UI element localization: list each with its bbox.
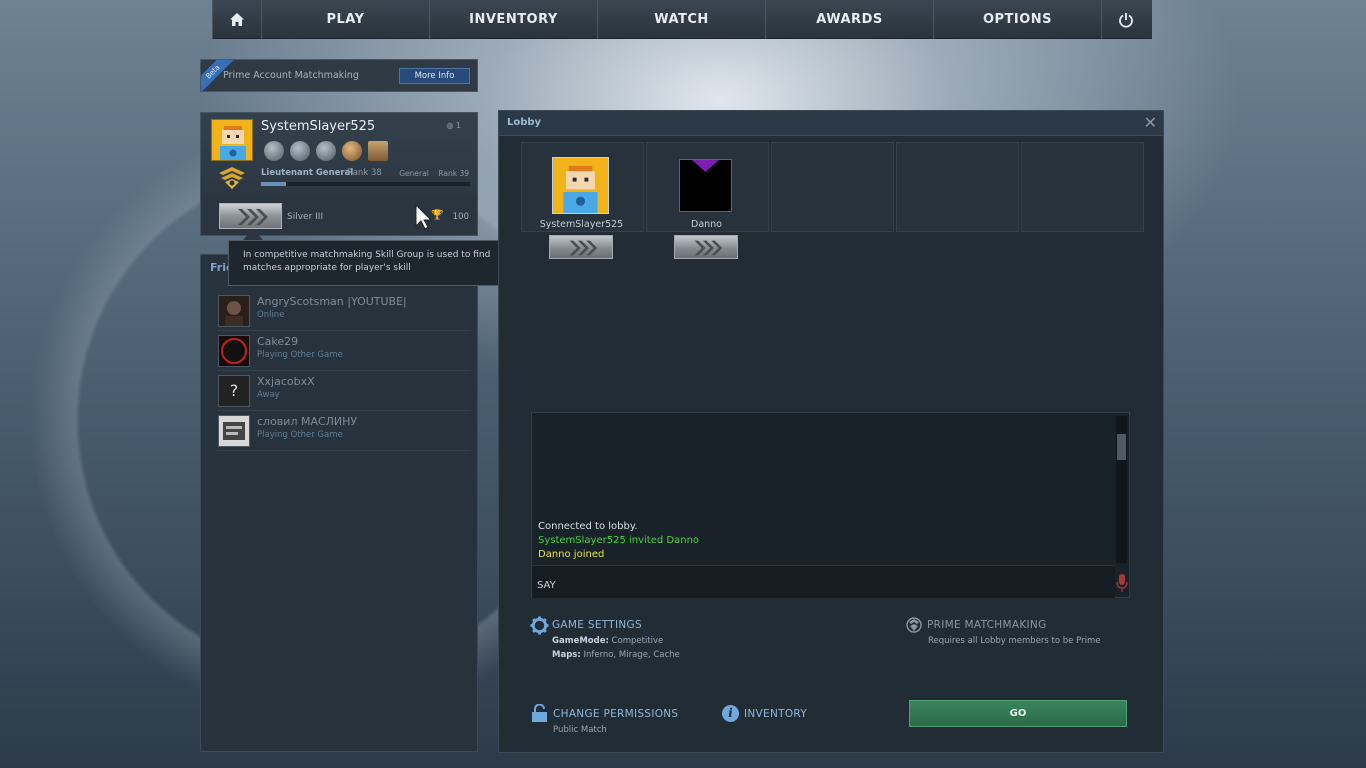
- permissions-value: Public Match: [553, 725, 607, 735]
- next-rank-number: Rank 39: [438, 169, 469, 178]
- nav-awards[interactable]: AWARDS: [766, 0, 934, 39]
- gear-icon[interactable]: [530, 616, 549, 635]
- friend-name: XxjacobxX: [257, 375, 315, 388]
- nav-watch[interactable]: WATCH: [598, 0, 766, 39]
- profile-header: SystemSlayer525 ◍ 1 Lieutenant General R…: [201, 113, 477, 195]
- nav-inventory[interactable]: INVENTORY: [430, 0, 598, 39]
- skill-group-tooltip: In competitive matchmaking Skill Group i…: [228, 240, 536, 286]
- game-mode-line: GameMode: Competitive: [552, 636, 663, 646]
- medal-icon[interactable]: [368, 141, 388, 161]
- chat-message: SystemSlayer525 invited Danno: [538, 535, 700, 546]
- friend-item[interactable]: ? XxjacobxX Away: [217, 371, 471, 411]
- member-name: SystemSlayer525: [539, 219, 624, 230]
- prime-icon: [906, 617, 922, 633]
- friends-panel: Frie AngryScotsman |YOUTUBE| Online Cake…: [200, 254, 478, 752]
- friend-name: Cake29: [257, 335, 299, 348]
- go-button[interactable]: GO: [909, 700, 1127, 727]
- chat-message: Connected to lobby.: [538, 521, 638, 532]
- xp-progress-fill: [261, 182, 287, 186]
- skill-group-name: Silver III: [287, 212, 324, 222]
- chat-message: Danno joined: [538, 549, 605, 560]
- lobby-header: Lobby ✕: [499, 111, 1163, 136]
- next-rank: General Rank 39: [399, 169, 469, 178]
- globe-icon: ◍: [446, 121, 454, 130]
- friend-count: ◍ 1: [446, 121, 461, 130]
- medals-row: [264, 141, 388, 161]
- home-icon: [230, 13, 244, 26]
- chevrons-icon: [694, 240, 723, 256]
- friend-count-value: 1: [455, 121, 461, 130]
- profile-username: SystemSlayer525: [261, 119, 376, 134]
- next-rank-name: General: [399, 169, 429, 178]
- lobby-slot[interactable]: [1021, 142, 1144, 232]
- xp-progress-bar: [261, 182, 470, 186]
- maps-value: Inferno, Mirage, Cache: [583, 650, 680, 660]
- avatar-image: [212, 120, 252, 160]
- nav-options[interactable]: OPTIONS: [934, 0, 1102, 39]
- home-button[interactable]: [212, 0, 262, 39]
- chevrons-icon: [238, 209, 268, 225]
- game-mode-value: Competitive: [611, 636, 664, 646]
- friend-item[interactable]: словил МАСЛИНУ Playing Other Game: [217, 411, 471, 451]
- prime-matchmaking-toggle[interactable]: PRIME MATCHMAKING: [927, 619, 1047, 631]
- chevrons-icon: [569, 240, 598, 256]
- unknown-avatar-icon: ?: [218, 375, 250, 407]
- game-settings-button[interactable]: GAME SETTINGS: [552, 619, 642, 631]
- microphone-icon[interactable]: [1116, 572, 1128, 594]
- medal-icon[interactable]: [264, 141, 284, 161]
- top-navigation: PLAY INVENTORY WATCH AWARDS OPTIONS: [212, 0, 1152, 39]
- wins-count: 100: [452, 212, 469, 222]
- member-skill-badge: [549, 235, 613, 259]
- prime-account-bar: Beta Prime Account Matchmaking More Info: [200, 59, 478, 92]
- friend-name: словил МАСЛИНУ: [257, 415, 358, 428]
- chat-scroll-thumb[interactable]: [1117, 434, 1126, 460]
- friend-name: AngryScotsman |YOUTUBE|: [257, 295, 407, 308]
- friend-status: Playing Other Game: [257, 430, 343, 440]
- maps-label: Maps:: [552, 650, 581, 660]
- maps-line: Maps: Inferno, Mirage, Cache: [552, 650, 680, 660]
- lobby-chat: Connected to lobby. SystemSlayer525 invi…: [531, 412, 1130, 598]
- friend-item[interactable]: Cake29 Playing Other Game: [217, 331, 471, 371]
- info-icon[interactable]: i: [722, 705, 739, 722]
- lobby-slot[interactable]: [896, 142, 1019, 232]
- rank-name: Lieutenant General: [261, 168, 354, 178]
- member-avatar-image: [680, 160, 731, 211]
- power-button[interactable]: [1102, 0, 1150, 39]
- friend-status: Playing Other Game: [257, 350, 343, 360]
- rank-insignia-icon: [219, 167, 245, 189]
- mouse-cursor-icon: [415, 204, 433, 230]
- medal-icon[interactable]: [316, 141, 336, 161]
- nav-play[interactable]: PLAY: [262, 0, 430, 39]
- friend-item[interactable]: AngryScotsman |YOUTUBE| Online: [217, 291, 471, 331]
- friend-avatar: [218, 295, 250, 327]
- member-avatar[interactable]: [552, 157, 609, 214]
- change-permissions-button[interactable]: CHANGE PERMISSIONS: [553, 708, 678, 720]
- power-icon: [1119, 12, 1133, 28]
- member-name: Danno: [691, 219, 722, 230]
- say-input[interactable]: SAY: [532, 565, 1115, 598]
- tooltip-arrow: [243, 229, 263, 240]
- member-avatar[interactable]: [679, 159, 732, 212]
- unlock-icon[interactable]: [531, 704, 548, 723]
- friend-avatar: [218, 415, 250, 447]
- close-icon[interactable]: ✕: [1144, 114, 1157, 132]
- prime-account-label: Prime Account Matchmaking: [223, 70, 359, 81]
- friend-avatar: [218, 335, 250, 367]
- chat-scrollbar[interactable]: [1116, 416, 1127, 563]
- lobby-slot[interactable]: [771, 142, 894, 232]
- more-info-button[interactable]: More Info: [399, 68, 470, 84]
- member-avatar-image: [553, 158, 608, 213]
- prime-matchmaking-note: Requires all Lobby members to be Prime: [928, 636, 1101, 646]
- medal-icon[interactable]: [290, 141, 310, 161]
- friend-status: Online: [257, 310, 285, 320]
- inventory-button[interactable]: INVENTORY: [744, 708, 807, 720]
- avatar[interactable]: [211, 119, 253, 161]
- skill-group-badge[interactable]: [219, 203, 282, 229]
- game-mode-label: GameMode:: [552, 636, 609, 646]
- friend-status: Away: [257, 390, 280, 400]
- rank-number: Rank 38: [347, 168, 382, 178]
- medal-icon[interactable]: [342, 141, 362, 161]
- lobby-title: Lobby: [507, 117, 542, 128]
- member-skill-badge: [674, 235, 738, 259]
